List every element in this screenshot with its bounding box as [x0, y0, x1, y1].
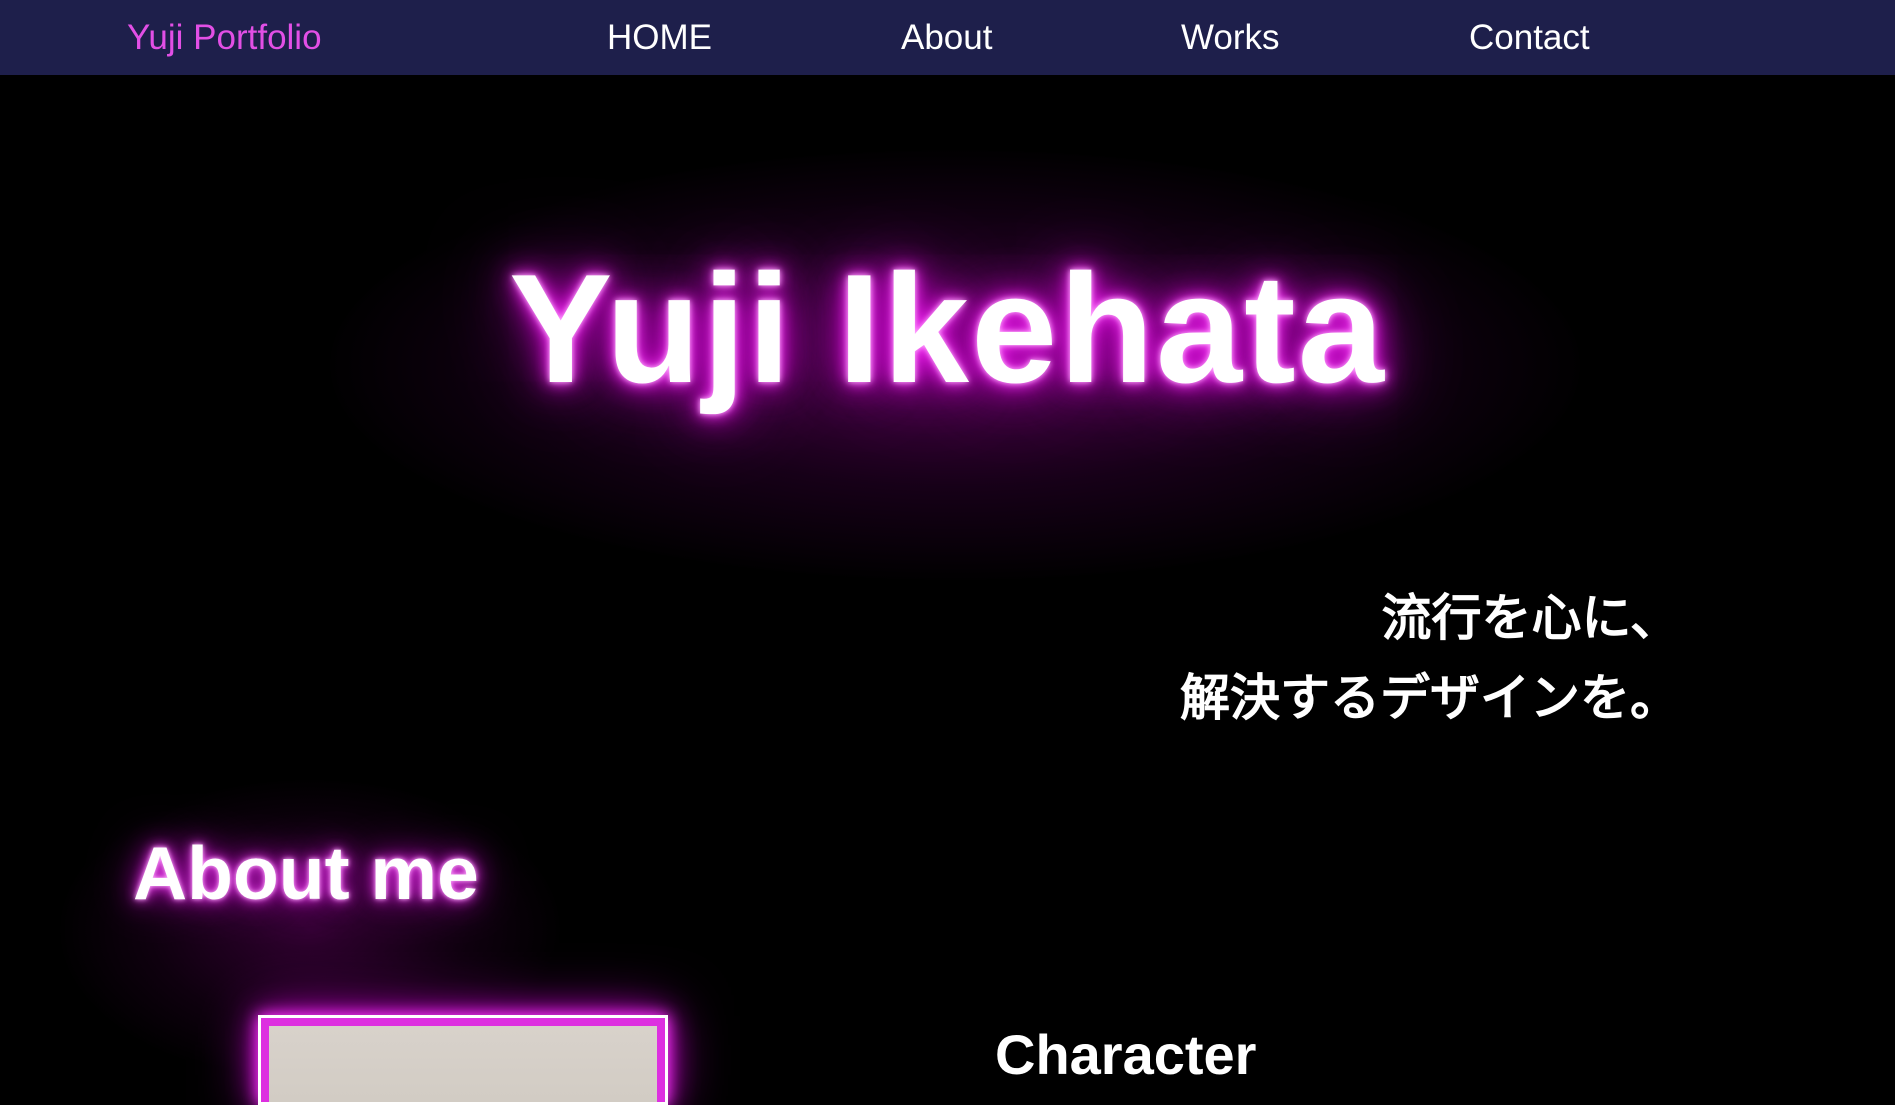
tagline-line-2: 解決するデザインを。 — [1180, 669, 1680, 727]
hero-title: Yuji Ikehata — [509, 242, 1386, 415]
nav-home-link[interactable]: HOME — [607, 0, 712, 75]
about-heading: About me — [133, 831, 479, 915]
hero-tagline: 流行を心に、 解決するデザインを。 — [1180, 578, 1680, 738]
tagline-line-1: 流行を心に、 — [1381, 589, 1681, 647]
profile-photo-frame — [258, 1015, 668, 1105]
character-heading: Character — [995, 1023, 1257, 1086]
profile-photo — [269, 1026, 657, 1102]
navbar: Yuji Portfolio HOME About Works Contact — [0, 0, 1895, 75]
nav-contact-link[interactable]: Contact — [1469, 0, 1590, 75]
brand-link[interactable]: Yuji Portfolio — [127, 0, 322, 75]
nav-works-link[interactable]: Works — [1181, 0, 1280, 75]
nav-about-link[interactable]: About — [901, 0, 992, 75]
